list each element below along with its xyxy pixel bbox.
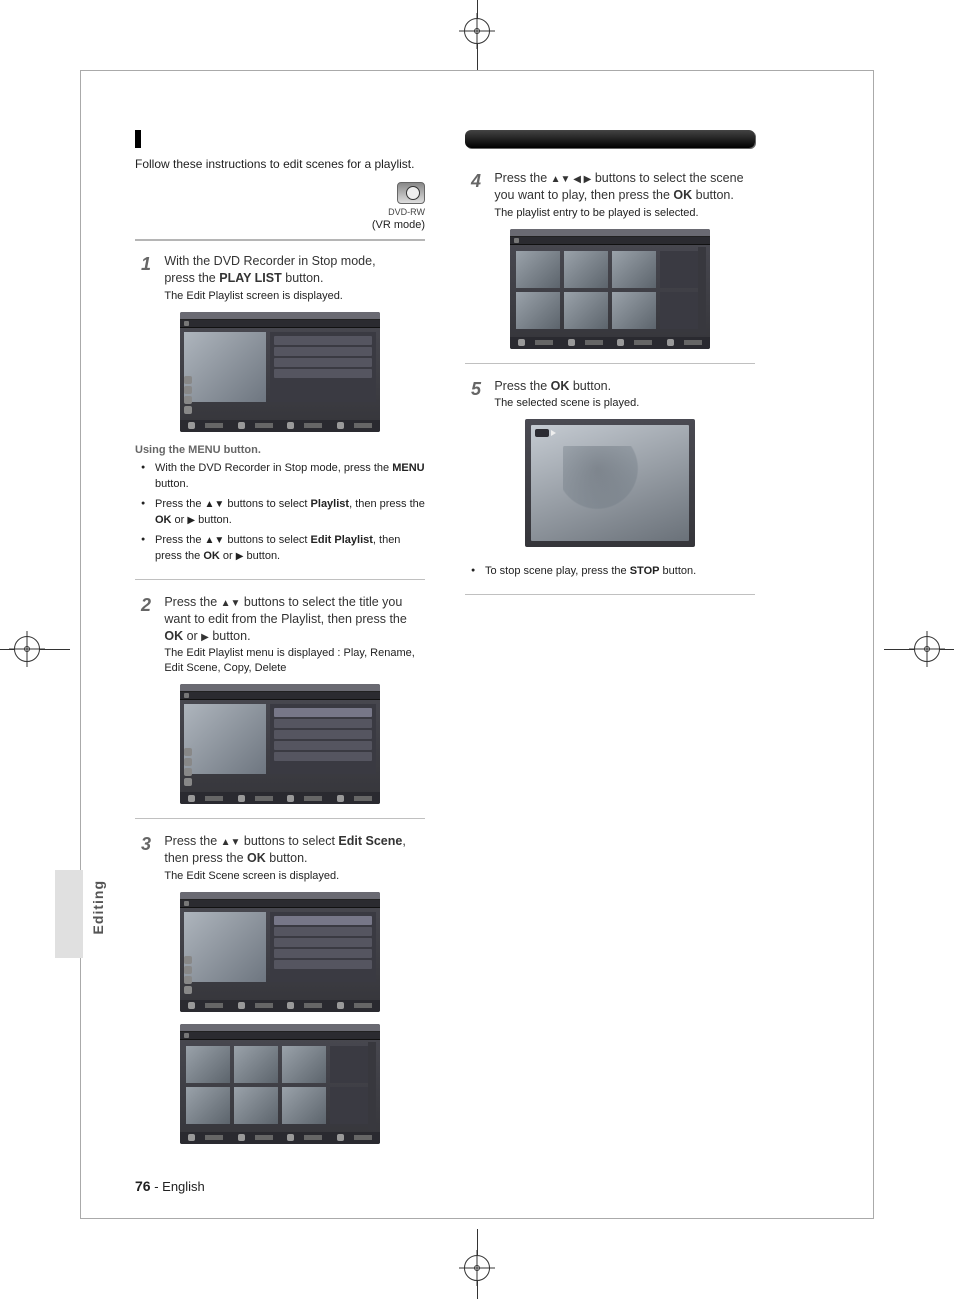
divider — [465, 363, 755, 364]
move-icon — [188, 422, 195, 429]
ok-button-label: OK — [551, 379, 570, 393]
ok-button-label: OK — [155, 514, 172, 526]
step-2: 2 Press the ▲▼ buttons to select the tit… — [135, 594, 425, 676]
screenshot-scene-playing — [525, 419, 695, 547]
step-2-heading: Press the ▲▼ buttons to select the title… — [164, 594, 424, 645]
play-icon — [551, 430, 556, 436]
screenshot-edit-scene-menu — [180, 892, 380, 1012]
up-down-icon: ▲▼ — [221, 598, 241, 609]
registration-mark — [914, 636, 940, 662]
screenshot-bottom-bar — [180, 420, 380, 432]
step-3: 3 Press the ▲▼ buttons to select Edit Sc… — [135, 833, 425, 884]
scene-thumb — [516, 292, 560, 329]
scene-thumb — [564, 251, 608, 288]
exit-icon — [337, 422, 344, 429]
side-tab — [55, 870, 83, 958]
step-5: 5 Press the OK button. The selected scen… — [465, 378, 755, 412]
step-3-subtext: The Edit Scene screen is displayed. — [164, 869, 424, 884]
step-1: 1 With the DVD Recorder in Stop mode, pr… — [135, 253, 425, 304]
list-item: To stop scene play, press the STOP butto… — [477, 563, 755, 580]
scene-thumb — [282, 1087, 326, 1124]
divider — [135, 818, 425, 819]
scene-thumb — [186, 1046, 230, 1083]
right-arrow-icon: ▶ — [201, 632, 209, 643]
disc-icon — [184, 693, 189, 698]
step-number: 4 — [465, 170, 487, 192]
step-1-bullets: With the DVD Recorder in Stop mode, pres… — [135, 460, 425, 565]
step-number: 3 — [135, 833, 157, 855]
screenshot-edit-playlist-blank — [180, 312, 380, 432]
section-title-mark — [135, 130, 141, 148]
play-indicator-box — [535, 429, 549, 437]
step-number: 5 — [465, 378, 487, 400]
thumbnail-preview — [184, 704, 266, 774]
step-4-subtext: The playlist entry to be played is selec… — [494, 206, 754, 221]
page-content: Editing a Scene for the Playlist Follow … — [135, 130, 755, 1156]
screenshot-edit-scene-grid — [180, 1024, 380, 1144]
divider — [135, 579, 425, 580]
scene-thumb — [186, 1087, 230, 1124]
registration-mark — [464, 1255, 490, 1281]
step-4: 4 Press the ▲▼ ◀ ▶ buttons to select the… — [465, 170, 755, 221]
divider — [465, 594, 755, 595]
step-3-heading: Press the ▲▼ buttons to select Edit Scen… — [164, 833, 424, 867]
scene-thumb — [612, 251, 656, 288]
side-menu-panel — [270, 704, 376, 774]
up-down-icon: ▲▼ — [221, 837, 241, 848]
divider — [135, 239, 425, 241]
registration-mark — [14, 636, 40, 662]
list-item: Press the ▲▼ buttons to select Playlist,… — [147, 496, 425, 529]
using-menu-heading: Using the MENU button. — [135, 444, 425, 456]
thumbnail-preview — [184, 332, 266, 402]
ok-icon — [238, 422, 245, 429]
dvd-rw-badge: DVD-RW (VR mode) — [135, 182, 425, 231]
step-2-subtext: The Edit Playlist menu is displayed : Pl… — [164, 646, 424, 676]
step-number: 2 — [135, 594, 157, 616]
ok-button-label: OK — [673, 188, 692, 202]
scene-thumb — [612, 292, 656, 329]
step-5-bullets: To stop scene play, press the STOP butto… — [465, 563, 755, 580]
right-arrow-icon: ▶ — [187, 515, 195, 526]
left-column: Editing a Scene for the Playlist Follow … — [135, 130, 425, 1156]
disc-icon — [184, 321, 189, 326]
ok-button-label: OK — [247, 851, 266, 865]
list-item: Press the ▲▼ buttons to select Edit Play… — [147, 532, 425, 565]
direction-arrows-icon: ▲▼ ◀ ▶ — [551, 174, 592, 185]
scene-thumb — [282, 1046, 326, 1083]
page-footer: 76 - English — [135, 1178, 205, 1194]
ok-button-label: OK — [203, 550, 220, 562]
up-down-icon: ▲▼ — [205, 535, 225, 546]
list-item: With the DVD Recorder in Stop mode, pres… — [147, 460, 425, 493]
side-panel — [270, 332, 376, 402]
step-5-heading: Press the OK button. — [494, 378, 754, 395]
step-1-subtext: The Edit Playlist screen is displayed. — [164, 289, 424, 304]
scene-thumb — [234, 1087, 278, 1124]
footer-language: - English — [154, 1179, 205, 1194]
menu-button-label: MENU — [392, 462, 424, 474]
step-5-subtext: The selected scene is played. — [494, 396, 754, 411]
registration-mark — [464, 18, 490, 44]
step-1-heading: With the DVD Recorder in Stop mode, pres… — [164, 253, 424, 287]
step-4-heading: Press the ▲▼ ◀ ▶ buttons to select the s… — [494, 170, 754, 204]
ok-button-label: OK — [164, 629, 183, 643]
screenshot-scene-selected — [510, 229, 710, 349]
scene-thumb — [234, 1046, 278, 1083]
side-section-label: Editing — [90, 880, 106, 934]
up-down-icon: ▲▼ — [205, 499, 225, 510]
scene-thumb — [564, 292, 608, 329]
step-number: 1 — [135, 253, 157, 275]
intro-text: Follow these instructions to edit scenes… — [135, 156, 425, 172]
screenshot-edit-playlist-menu — [180, 684, 380, 804]
playlist-button-label: PLAY LIST — [219, 271, 282, 285]
scene-thumb — [516, 251, 560, 288]
subsection-header-bar — [465, 130, 755, 148]
right-column: 4 Press the ▲▼ ◀ ▶ buttons to select the… — [465, 130, 755, 1156]
return-icon — [287, 422, 294, 429]
page-number: 76 — [135, 1178, 151, 1194]
stop-button-label: STOP — [630, 565, 660, 577]
